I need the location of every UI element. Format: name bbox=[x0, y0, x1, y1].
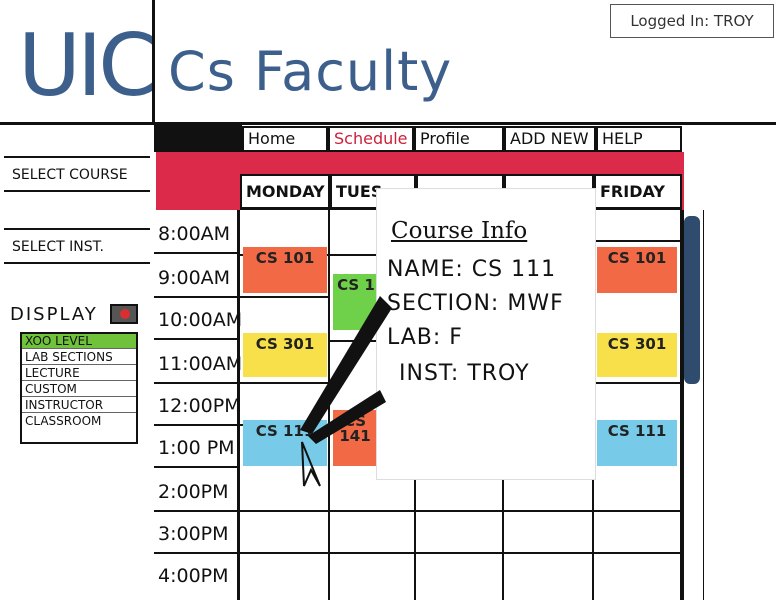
course-block-cs101-mon[interactable]: CS 101 bbox=[243, 247, 327, 293]
course-block-cs301-fri[interactable]: CS 301 bbox=[597, 333, 677, 377]
popup-section: SECTION: MWF bbox=[387, 291, 564, 316]
header-rule bbox=[0, 122, 776, 125]
display-option-xoo-level[interactable]: XOO LEVEL bbox=[22, 334, 136, 349]
course-block-cs1-tue[interactable]: CS 1 bbox=[333, 274, 379, 330]
day-header-monday: MONDAY bbox=[240, 174, 330, 210]
course-block-cs111-mon[interactable]: CS 111 bbox=[243, 420, 327, 466]
time-slot: 12:00PM bbox=[154, 386, 241, 426]
time-column: 8:00AM 9:00AM 10:00AM 11:00AM 12:00PM 1:… bbox=[154, 210, 242, 600]
time-slot: 8:00AM bbox=[154, 214, 240, 254]
time-slot: 9:00AM bbox=[154, 258, 240, 298]
course-block-cs301-mon[interactable]: CS 301 bbox=[243, 333, 327, 377]
course-block-cs141-tue[interactable]: CS 141 bbox=[333, 410, 377, 466]
select-course-button[interactable]: SELECT COURSE bbox=[4, 156, 150, 192]
course-block-cs101-fri[interactable]: CS 101 bbox=[597, 247, 677, 293]
course-info-popup: Course Info NAME: CS 111 SECTION: MWF LA… bbox=[376, 188, 596, 480]
display-option-custom[interactable]: CUSTOM bbox=[22, 382, 136, 397]
time-slot: 3:00PM bbox=[154, 514, 240, 554]
display-option-lab-sections[interactable]: LAB SECTIONS bbox=[22, 350, 136, 365]
time-slot: 2:00PM bbox=[154, 472, 240, 512]
time-slot: 1:00 PM bbox=[154, 428, 240, 468]
tab-profile[interactable]: Profile bbox=[414, 126, 504, 152]
app-title: Cs Faculty Scheduler bbox=[168, 40, 453, 203]
time-slot: 10:00AM bbox=[154, 300, 242, 340]
course-block-cs111-fri[interactable]: CS 111 bbox=[597, 420, 677, 466]
scrollbar-thumb[interactable] bbox=[684, 216, 700, 384]
display-label: DISPLAY bbox=[10, 304, 98, 325]
popup-title: Course Info bbox=[391, 218, 528, 244]
tab-add-new[interactable]: ADD NEW bbox=[504, 126, 596, 152]
display-options-list: XOO LEVEL LAB SECTIONS LECTURE CUSTOM IN… bbox=[20, 332, 138, 444]
time-slot: 4:00PM bbox=[158, 565, 229, 587]
select-instructor-button[interactable]: SELECT INST. bbox=[4, 228, 150, 264]
popup-name: NAME: CS 111 bbox=[387, 257, 557, 282]
popup-instructor: INST: TROY bbox=[399, 361, 530, 386]
login-status: Logged In: TROY bbox=[610, 4, 774, 38]
time-slot: 11:00AM bbox=[154, 344, 242, 384]
display-option-classroom[interactable]: CLASSROOM bbox=[22, 414, 136, 429]
tab-schedule[interactable]: Schedule bbox=[328, 126, 414, 152]
nav-corner-block bbox=[154, 124, 242, 152]
header-divider bbox=[152, 0, 155, 122]
display-option-lecture[interactable]: LECTURE bbox=[22, 366, 136, 381]
day-header-friday: FRIDAY bbox=[594, 174, 682, 210]
tab-home[interactable]: Home bbox=[242, 126, 328, 152]
popup-lab: LAB: F bbox=[387, 325, 463, 350]
tab-help[interactable]: HELP bbox=[596, 126, 682, 152]
uic-logo: UIC bbox=[18, 16, 158, 116]
display-dropdown-icon[interactable] bbox=[110, 304, 138, 324]
display-option-instructor[interactable]: INSTRUCTOR bbox=[22, 398, 136, 413]
